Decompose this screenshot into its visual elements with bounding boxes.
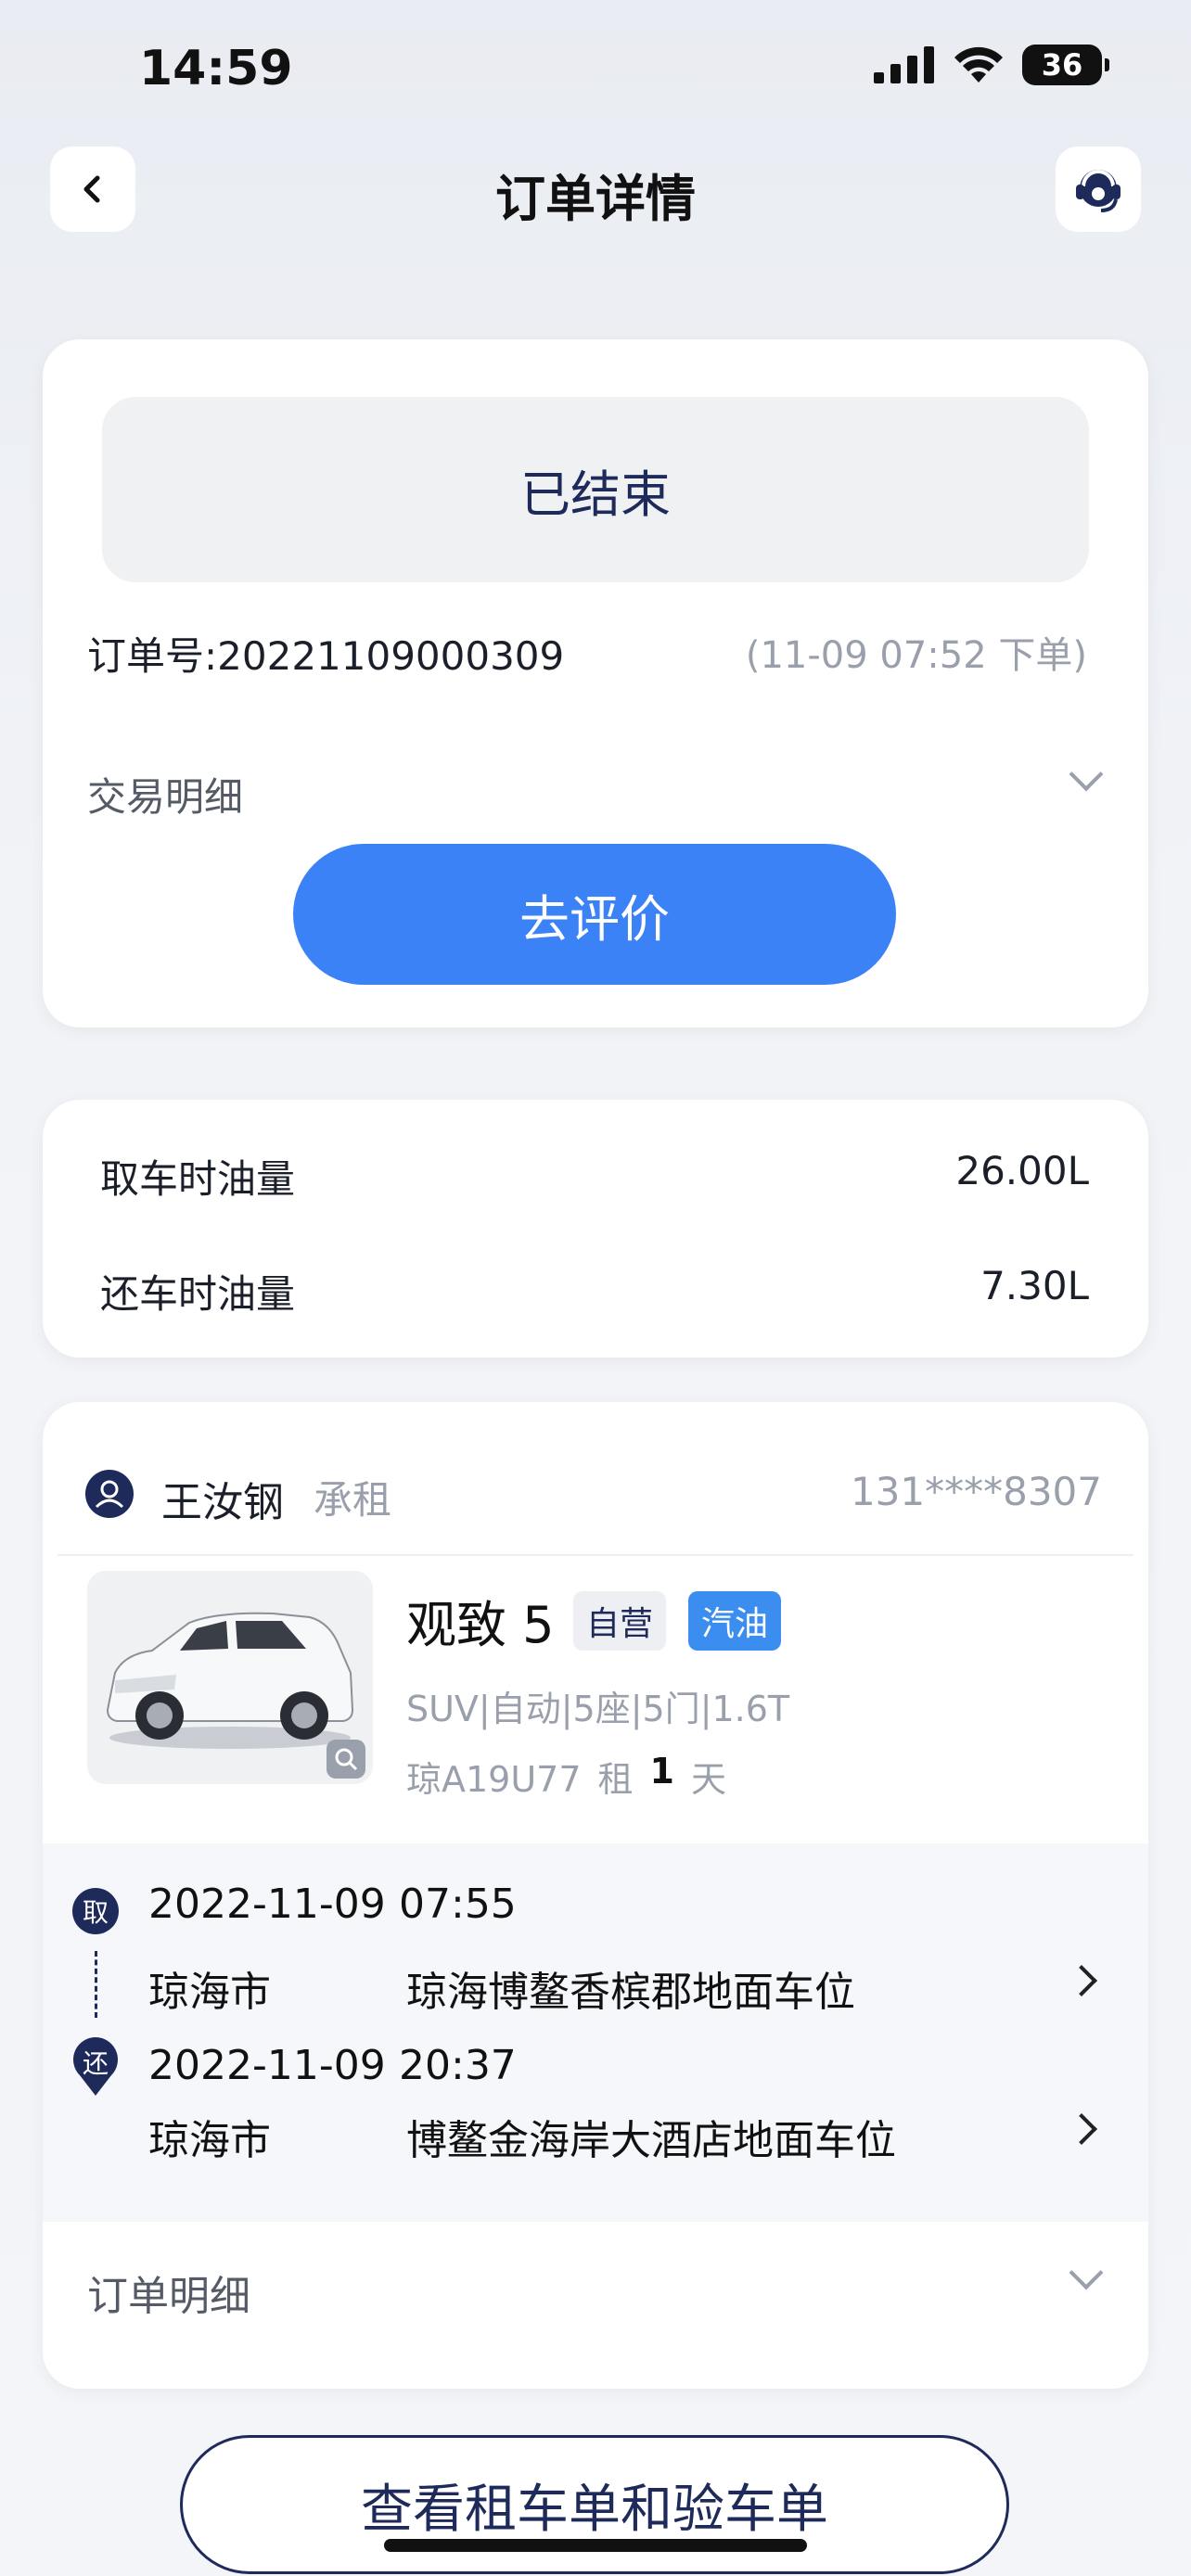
pickup-fuel-value: 26.00L	[955, 1148, 1089, 1193]
return-badge: 还	[82, 2048, 109, 2079]
return-city: 琼海市	[148, 2117, 271, 2164]
chevron-down-icon	[1069, 2255, 1104, 2290]
view-rental-inspection-button[interactable]: 查看租车单和验车单	[180, 2435, 1009, 2574]
transaction-detail-label[interactable]: 交易明细	[87, 766, 243, 823]
order-detail-label[interactable]: 订单明细	[87, 2263, 250, 2322]
chevron-right-icon	[1066, 2113, 1097, 2145]
renter-name: 王汝钢	[161, 1479, 284, 1526]
pickup-place-arrow[interactable]	[1066, 1965, 1097, 1996]
return-time: 20:37	[399, 2042, 517, 2089]
car-specs: SUV|自动|5座|5门|1.6T	[406, 1689, 790, 1729]
car-model: 观致 5	[406, 1596, 555, 1654]
signal-icon	[874, 46, 934, 83]
pickup-city: 琼海市	[148, 1969, 271, 2016]
wifi-icon	[954, 46, 1003, 83]
review-button[interactable]: 去评价	[293, 844, 896, 985]
order-number: 订单号:20221109000309	[87, 633, 565, 679]
rent-prefix: 租	[597, 1759, 634, 1800]
order-time: (11-09 07:52 下单)	[745, 634, 1087, 677]
car-plate-row: 琼A19U77 租 1 天	[406, 1751, 726, 1802]
user-icon	[85, 1470, 134, 1518]
pickup-badge: 取	[72, 1888, 119, 1934]
route-connector	[95, 1951, 97, 2018]
car-plate: 琼A19U77	[406, 1759, 582, 1800]
return-fuel-label: 还车时油量	[100, 1271, 296, 1317]
battery-icon: 36	[1022, 45, 1109, 85]
zoom-image-button[interactable]	[327, 1740, 365, 1779]
return-place[interactable]: 博鳌金海岸大酒店地面车位	[406, 2107, 896, 2166]
home-indicator	[384, 2539, 807, 2552]
return-place-arrow[interactable]	[1066, 2113, 1097, 2145]
transaction-expand-button[interactable]	[1069, 757, 1104, 792]
renter-phone[interactable]: 131****8307	[851, 1469, 1102, 1514]
rent-days: 1	[649, 1751, 674, 1792]
status-icons: 36	[874, 45, 1109, 85]
return-date: 2022-11-09	[148, 2042, 386, 2089]
order-status-text: 已结束	[520, 465, 671, 524]
chevron-down-icon	[1069, 757, 1104, 792]
tag-fuel-type: 汽油	[688, 1591, 782, 1651]
tag-self-operated: 自营	[573, 1591, 667, 1651]
renter-role: 承租	[314, 1477, 392, 1523]
magnifier-icon	[335, 1748, 358, 1771]
chevron-right-icon	[1066, 1965, 1097, 1996]
rent-unit: 天	[691, 1759, 727, 1800]
return-fuel-value: 7.30L	[980, 1263, 1089, 1308]
order-status-box: 已结束	[102, 397, 1089, 582]
status-time: 14:59	[139, 41, 293, 96]
order-detail-expand-button[interactable]	[1069, 2255, 1104, 2290]
pickup-date: 2022-11-09	[148, 1881, 386, 1928]
customer-service-button[interactable]	[1056, 147, 1141, 232]
page-title: 订单详情	[495, 170, 696, 228]
pickup-place[interactable]: 琼海博鳌香槟郡地面车位	[406, 1958, 855, 2018]
divider	[58, 1554, 1133, 1556]
pickup-time: 07:55	[399, 1881, 517, 1928]
headset-icon	[1076, 170, 1121, 212]
pickup-fuel-label: 取车时油量	[100, 1156, 296, 1202]
